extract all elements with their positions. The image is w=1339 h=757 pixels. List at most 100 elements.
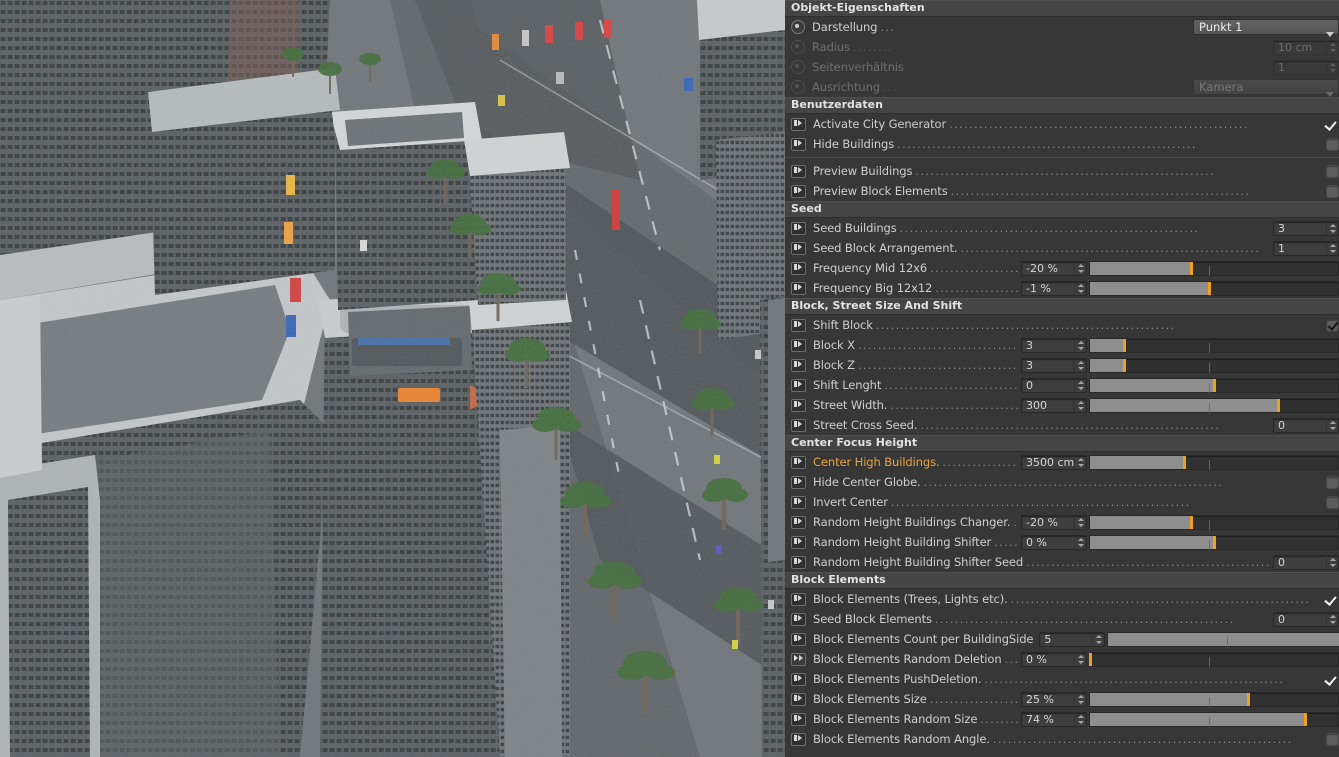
spinner-arrows-icon[interactable] — [1092, 632, 1104, 646]
slider-handle[interactable] — [1212, 535, 1216, 549]
animate-track-icon[interactable] — [791, 692, 806, 706]
spinner-arrows-icon[interactable] — [1074, 515, 1086, 529]
slider-handle[interactable] — [1212, 378, 1216, 392]
number-field-random-height-building-shifter-seed[interactable]: 0 — [1273, 554, 1339, 570]
number-field-street-width[interactable]: 300 — [1021, 397, 1087, 413]
number-field-seed-buildings[interactable]: 3 — [1273, 220, 1339, 236]
animate-track-icon[interactable] — [791, 455, 806, 469]
animate-track-icon[interactable] — [791, 632, 806, 646]
number-field-shift-lenght[interactable]: 0 — [1021, 377, 1087, 393]
animate-track-icon[interactable] — [791, 164, 806, 178]
slider-handle[interactable] — [1182, 455, 1186, 469]
spinner-arrows-icon[interactable] — [1326, 60, 1338, 74]
animate-track-icon[interactable] — [791, 475, 806, 489]
animate-track-icon[interactable] — [791, 592, 806, 606]
spinner-arrows-icon[interactable] — [1074, 455, 1086, 469]
animate-track-icon[interactable] — [791, 398, 806, 412]
slider-handle[interactable] — [1247, 692, 1251, 706]
number-field-block-z[interactable]: 3 — [1021, 357, 1087, 373]
checkbox-hide-buildings[interactable] — [1326, 137, 1339, 151]
spinner-arrows-icon[interactable] — [1326, 221, 1338, 235]
animate-track-icon[interactable] — [791, 261, 806, 275]
number-field-center-high-buildings[interactable]: 3500 cm — [1021, 454, 1087, 470]
checkbox-invert-center[interactable] — [1326, 495, 1339, 509]
spinner-arrows-icon[interactable] — [1074, 358, 1086, 372]
number-field-random-height-buildings-changer[interactable]: -20 % — [1021, 514, 1087, 530]
animate-track-icon[interactable] — [791, 732, 806, 746]
slider-random-height-building-shifter[interactable] — [1089, 534, 1339, 550]
animate-track-icon[interactable] — [791, 117, 806, 131]
animate-track-icon[interactable] — [791, 495, 806, 509]
number-field-block-elements-random-size[interactable]: 74 % — [1021, 711, 1087, 727]
slider-handle[interactable] — [1207, 281, 1211, 295]
render-viewport[interactable] — [0, 0, 785, 757]
animate-track-icon[interactable] — [791, 515, 806, 529]
spinner-arrows-icon[interactable] — [1074, 398, 1086, 412]
spinner-arrows-icon[interactable] — [1326, 612, 1338, 626]
number-field-frequency-big-12x12[interactable]: -1 % — [1021, 280, 1087, 296]
checkbox-block-elements-pushdeletion[interactable] — [1325, 673, 1339, 686]
slider-center-high-buildings[interactable] — [1089, 454, 1339, 470]
slider-street-width[interactable] — [1089, 397, 1339, 413]
checkbox-block-elements-random-angle[interactable] — [1326, 732, 1339, 746]
spinner-arrows-icon[interactable] — [1326, 418, 1338, 432]
spinner-arrows-icon[interactable] — [1326, 241, 1338, 255]
number-field-block-x[interactable]: 3 — [1021, 337, 1087, 353]
spinner-arrows-icon[interactable] — [1074, 652, 1086, 666]
slider-frequency-big-12x12[interactable] — [1089, 280, 1339, 296]
slider-handle[interactable] — [1123, 338, 1127, 352]
number-field-block-elements-count-per-buildingside[interactable]: 5 — [1039, 631, 1106, 647]
animate-track-icon[interactable] — [791, 612, 806, 626]
slider-block-elements-random-deletion[interactable] — [1088, 651, 1339, 667]
dropdown-darstellung[interactable]: Punkt 1 — [1193, 19, 1339, 37]
slider-handle[interactable] — [1123, 358, 1127, 372]
slider-handle[interactable] — [1190, 515, 1194, 529]
slider-random-height-buildings-changer[interactable] — [1089, 514, 1339, 530]
animate-track-icon[interactable] — [791, 535, 806, 549]
spinner-arrows-icon[interactable] — [1326, 40, 1338, 54]
animate-track-icon[interactable] — [791, 137, 806, 151]
animate-track-icon[interactable] — [791, 281, 806, 295]
animate-track-icon[interactable] — [791, 318, 806, 332]
animate-track-icon[interactable] — [791, 378, 806, 392]
checkbox-activate-city-generator[interactable] — [1325, 118, 1339, 131]
spinner-arrows-icon[interactable] — [1074, 281, 1086, 295]
animate-track-icon[interactable] — [791, 241, 806, 255]
slider-handle[interactable] — [1190, 261, 1194, 275]
keyframe-track-icon[interactable] — [791, 652, 806, 666]
number-field-street-cross-seed[interactable]: 0 — [1273, 417, 1339, 433]
animate-track-icon[interactable] — [791, 712, 806, 726]
animate-track-icon[interactable] — [791, 555, 806, 569]
slider-block-x[interactable] — [1089, 337, 1339, 353]
slider-block-elements-size[interactable] — [1089, 691, 1339, 707]
spinner-arrows-icon[interactable] — [1074, 535, 1086, 549]
animate-track-icon[interactable] — [791, 221, 806, 235]
slider-handle[interactable] — [1304, 712, 1308, 726]
spinner-arrows-icon[interactable] — [1074, 692, 1086, 706]
checkbox-hide-center-globe[interactable] — [1326, 475, 1339, 489]
number-field-seed-block-elements[interactable]: 0 — [1273, 611, 1339, 627]
checkbox-preview-block-elements[interactable] — [1326, 184, 1339, 198]
number-field-frequency-mid-12x6[interactable]: -20 % — [1021, 260, 1087, 276]
slider-frequency-mid-12x6[interactable] — [1089, 260, 1339, 276]
slider-shift-lenght[interactable] — [1089, 377, 1339, 393]
spinner-arrows-icon[interactable] — [1074, 261, 1086, 275]
checkbox-block-elements-trees-lights-etc[interactable] — [1325, 593, 1339, 606]
slider-handle[interactable] — [1088, 652, 1092, 666]
animate-track-icon[interactable] — [791, 184, 806, 198]
number-field-block-elements-size[interactable]: 25 % — [1021, 691, 1087, 707]
animate-track-icon[interactable] — [791, 338, 806, 352]
radio-toggle-icon[interactable] — [791, 20, 805, 34]
spinner-arrows-icon[interactable] — [1074, 712, 1086, 726]
spinner-arrows-icon[interactable] — [1074, 378, 1086, 392]
number-field-random-height-building-shifter[interactable]: 0 % — [1021, 534, 1087, 550]
number-field-seed-block-arrangement[interactable]: 1 — [1273, 240, 1339, 256]
spinner-arrows-icon[interactable] — [1074, 338, 1086, 352]
slider-handle[interactable] — [1276, 398, 1280, 412]
animate-track-icon[interactable] — [791, 418, 806, 432]
animate-track-icon[interactable] — [791, 358, 806, 372]
slider-block-z[interactable] — [1089, 357, 1339, 373]
slider-block-elements-random-size[interactable] — [1089, 711, 1339, 727]
animate-track-icon[interactable] — [791, 672, 806, 686]
spinner-arrows-icon[interactable] — [1326, 555, 1338, 569]
